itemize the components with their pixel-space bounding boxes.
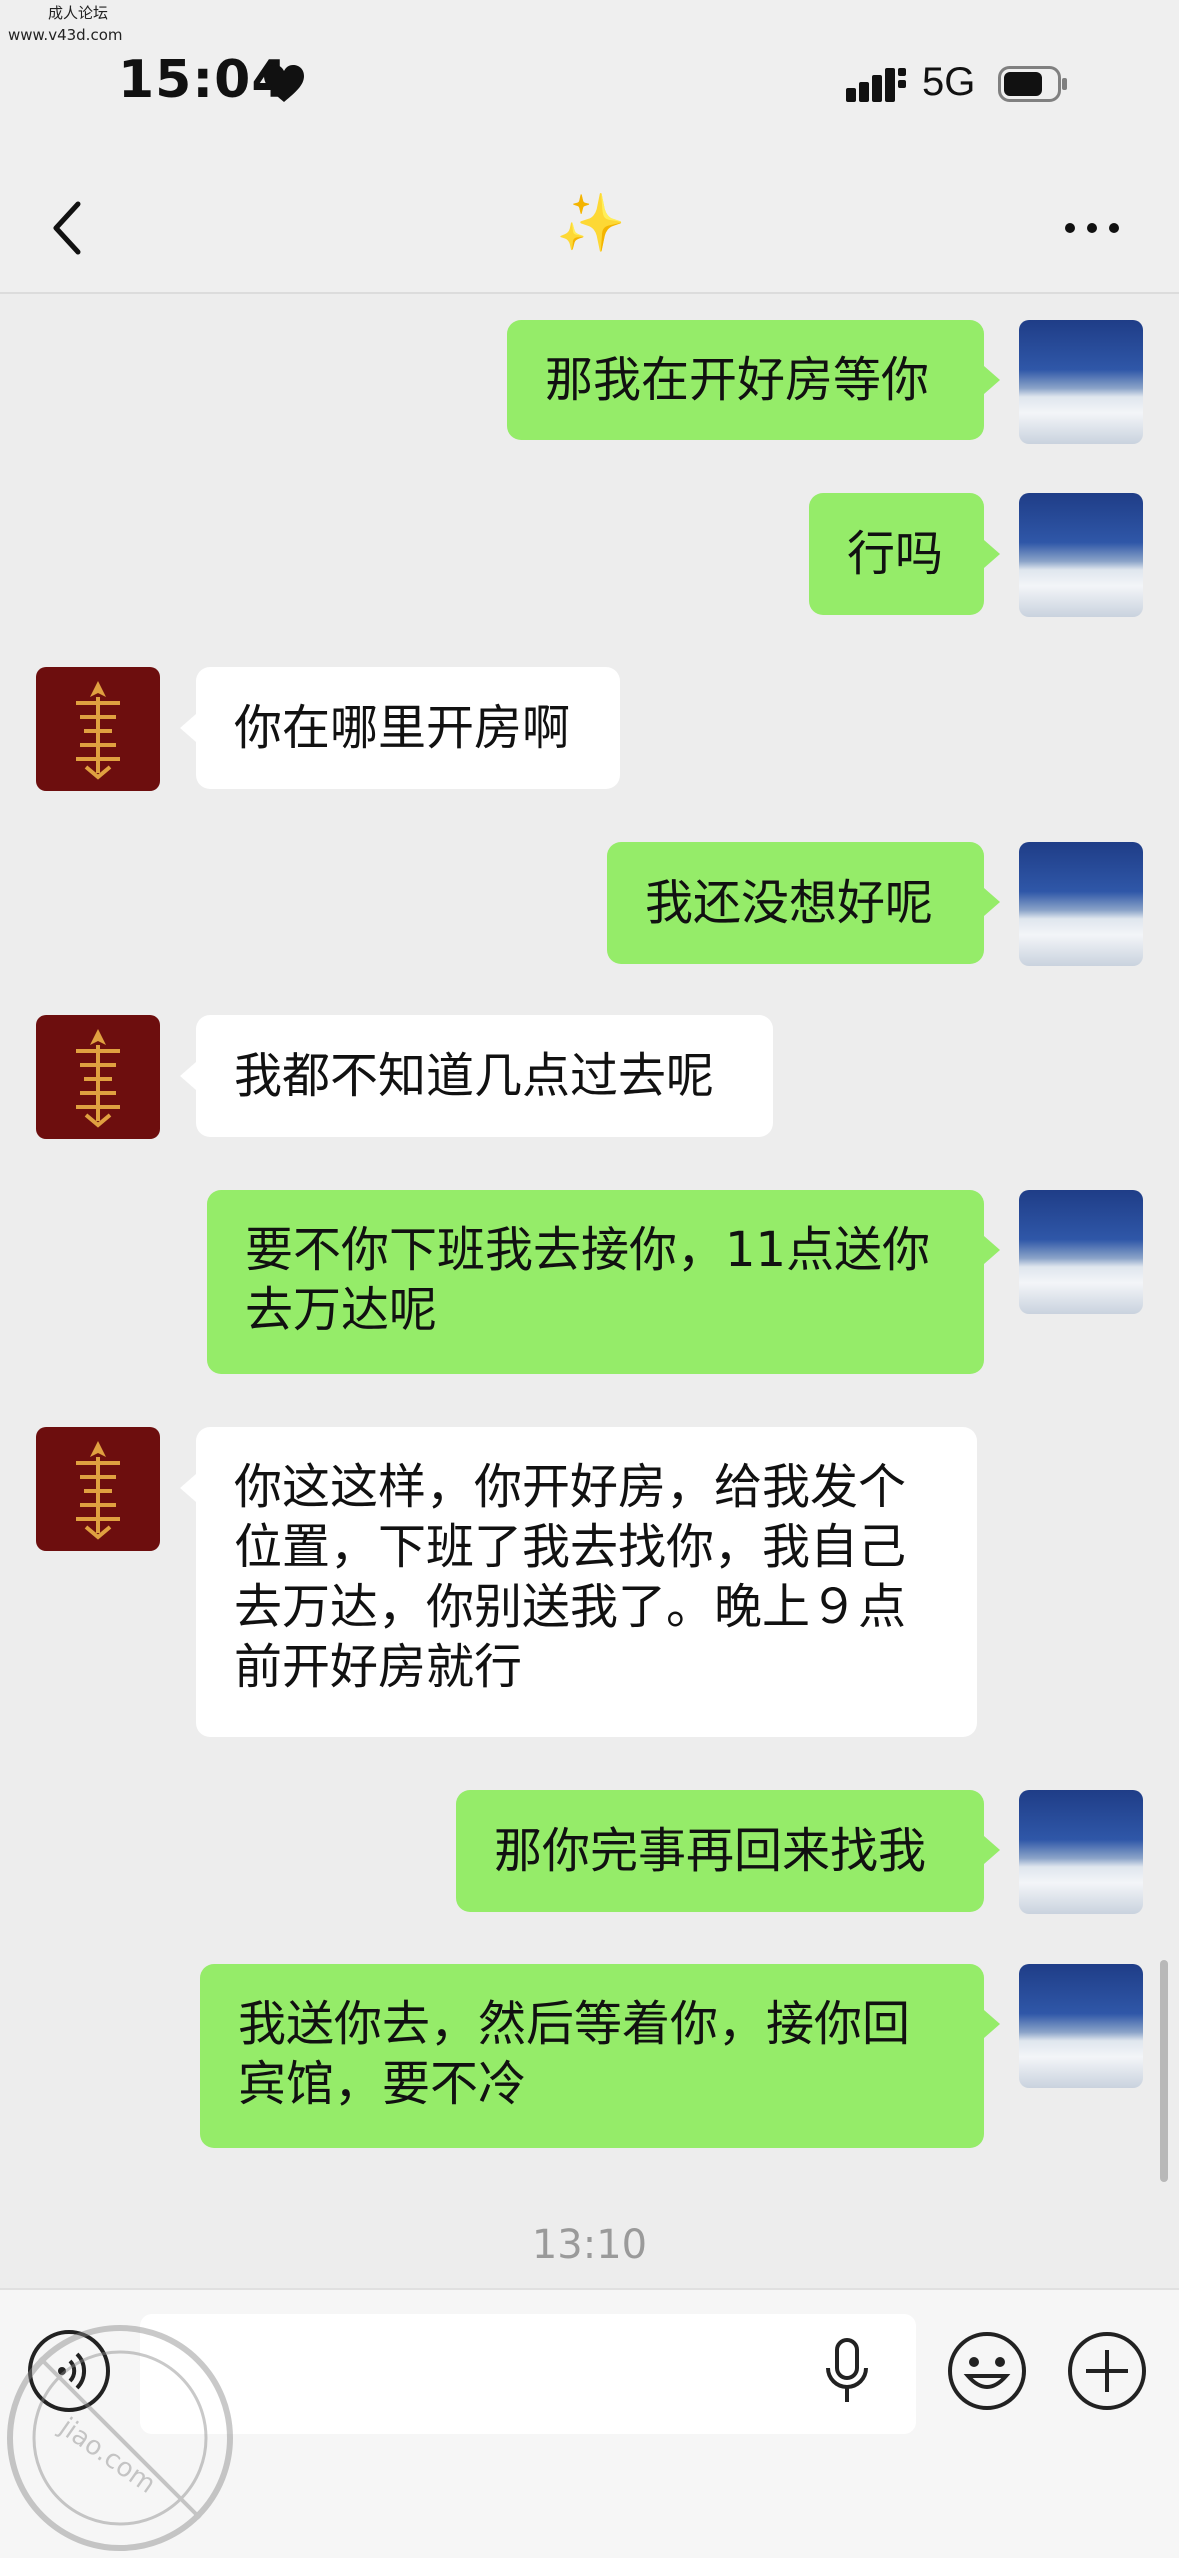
watermark-line-1: 成人论坛 (48, 4, 109, 22)
message-text: 我都不知道几点过去呢 (234, 1048, 715, 1104)
signal-icon (846, 68, 906, 102)
avatar-symbol-icon (76, 681, 120, 780)
scrollbar[interactable] (1160, 1960, 1168, 2182)
bubble-tail (984, 1236, 1000, 1264)
message-timestamp: 13:10 (531, 2222, 648, 2268)
message-input[interactable] (140, 2314, 916, 2434)
avatar-symbol-icon (76, 1029, 120, 1128)
message-text: 行吗 (847, 526, 944, 582)
message-bubble-sent[interactable]: 那你完事再回来找我 (456, 1790, 984, 1912)
message-line: 位置，下班了我去找你，我自己 (234, 1519, 907, 1575)
avatar-self[interactable] (1019, 493, 1143, 617)
network-type: 5G (922, 60, 976, 104)
bubble-tail (180, 1474, 196, 1502)
message-bubble-received[interactable]: 你这这样，你开好房，给我发个 位置，下班了我去找你，我自己 去万达，你别送我了。… (196, 1427, 977, 1737)
message-line: 去万达呢 (245, 1282, 438, 1338)
more-icon[interactable] (1062, 218, 1122, 238)
message-bubble-sent[interactable]: 要不你下班我去接你，11点送你 去万达呢 (207, 1190, 984, 1374)
message-bubble-sent[interactable]: 我送你去，然后等着你，接你回 宾馆，要不冷 (200, 1964, 984, 2148)
message-bubble-sent[interactable]: 行吗 (809, 493, 984, 615)
bubble-tail (984, 888, 1000, 916)
bubble-tail (984, 366, 1000, 394)
chat-title: ✨ (556, 191, 626, 256)
watermark-text: 成人论坛 www.v43d.com (8, 2, 123, 46)
message-line: 前开好房就行 (234, 1639, 523, 1695)
emoji-icon[interactable] (946, 2330, 1028, 2412)
avatar-self[interactable] (1019, 842, 1143, 966)
bubble-tail (984, 1836, 1000, 1864)
bubble-tail (180, 714, 196, 742)
status-bar: 成人论坛 www.v43d.com 15:04 5G (0, 0, 1179, 160)
message-text: 我还没想好呢 (645, 875, 934, 931)
message-bubble-sent[interactable]: 我还没想好呢 (607, 842, 984, 964)
message-line: 你这这样，你开好房，给我发个 (234, 1459, 907, 1515)
message-bubble-received[interactable]: 我都不知道几点过去呢 (196, 1015, 773, 1137)
message-text: 那你完事再回来找我 (494, 1823, 927, 1879)
watermark-seal: jiao.com (7, 2325, 233, 2551)
bubble-tail (180, 1062, 196, 1090)
message-line: 我送你去，然后等着你，接你回 (238, 1996, 911, 2052)
message-bubble-received[interactable]: 你在哪里开房啊 (196, 667, 620, 789)
avatar-self[interactable] (1019, 1190, 1143, 1314)
heart-icon (264, 65, 304, 102)
watermark-line-2: www.v43d.com (8, 26, 123, 44)
back-arrow-icon[interactable] (44, 198, 94, 258)
bubble-tail (984, 2010, 1000, 2038)
message-text: 那我在开好房等你 (545, 352, 930, 408)
bubble-tail (984, 540, 1000, 568)
message-line: 去万达，你别送我了。晚上９点 (234, 1579, 907, 1635)
microphone-icon[interactable] (822, 2338, 872, 2408)
avatar-self[interactable] (1019, 1790, 1143, 1914)
message-text: 你在哪里开房啊 (234, 700, 571, 756)
message-text: 我送你去，然后等着你，接你回 宾馆，要不冷 (238, 1994, 910, 2114)
message-text: 你这这样，你开好房，给我发个 位置，下班了我去找你，我自己 去万达，你别送我了。… (234, 1457, 906, 1697)
avatar-contact[interactable] (36, 667, 160, 791)
avatar-self[interactable] (1019, 1964, 1143, 2088)
battery-icon (998, 66, 1067, 102)
plus-icon[interactable] (1066, 2330, 1148, 2412)
message-bubble-sent[interactable]: 那我在开好房等你 (507, 320, 984, 440)
avatar-contact[interactable] (36, 1427, 160, 1551)
avatar-contact[interactable] (36, 1015, 160, 1139)
avatar-symbol-icon (76, 1441, 120, 1540)
message-line: 宾馆，要不冷 (238, 2056, 527, 2112)
message-line: 要不你下班我去接你，11点送你 (245, 1222, 931, 1278)
message-text: 要不你下班我去接你，11点送你 去万达呢 (245, 1220, 930, 1340)
nav-bar: ✨ (0, 160, 1179, 294)
avatar-self[interactable] (1019, 320, 1143, 444)
